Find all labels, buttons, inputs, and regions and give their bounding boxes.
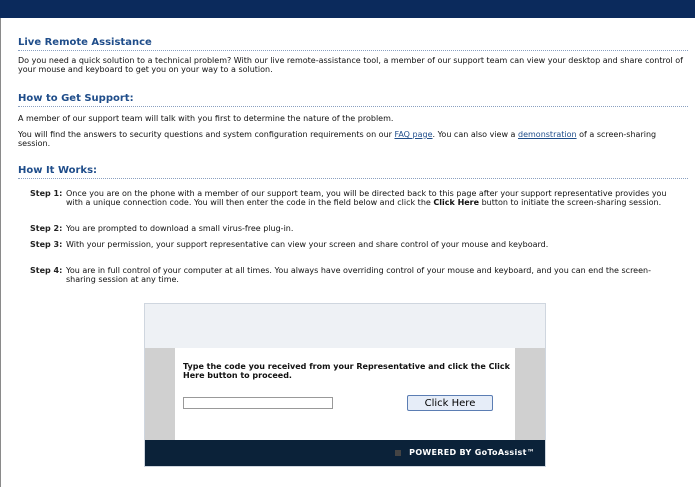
faq-link[interactable]: FAQ page — [394, 130, 432, 139]
click-here-button[interactable]: Click Here — [407, 395, 493, 411]
connection-code-input[interactable] — [183, 397, 333, 409]
gotoassist-logo: GoToAssist™ — [474, 448, 535, 457]
divider — [18, 106, 688, 107]
step-text: With your permission, your support repre… — [66, 240, 549, 249]
section-title-how-to-get-support: How to Get Support: — [18, 93, 134, 104]
step-label: Step 2: — [30, 224, 63, 233]
remote-assist-widget: Type the code you received from your Rep… — [144, 303, 546, 467]
support-text-2: You will find the answers to security qu… — [18, 130, 683, 148]
divider — [18, 178, 688, 179]
step-label: Step 3: — [30, 240, 63, 249]
square-icon — [395, 449, 402, 456]
code-prompt: Type the code you received from your Rep… — [183, 362, 510, 380]
powered-by-text: POWERED BY — [409, 448, 475, 457]
support-text-part: You will find the answers to security qu… — [18, 130, 395, 139]
support-text-part: . You can also view a — [432, 130, 518, 139]
step-label: Step 1: — [30, 189, 63, 198]
intro-text: Do you need a quick solution to a techni… — [18, 56, 683, 74]
step-label: Step 4: — [30, 266, 63, 275]
step-3: Step 3: With your permission, your suppor… — [30, 240, 680, 249]
divider — [18, 50, 688, 51]
section-title-live-remote: Live Remote Assistance — [18, 37, 152, 48]
demonstration-link[interactable]: demonstration — [518, 130, 577, 139]
support-text-1: A member of our support team will talk w… — [18, 114, 394, 123]
step-text: You are prompted to download a small vir… — [66, 224, 294, 233]
step-text-bold: Click Here — [433, 198, 480, 207]
powered-by: POWERED BY GoToAssist™ — [395, 448, 535, 457]
step-text: Once you are on the phone with a member … — [66, 189, 671, 207]
step-text-part: button to initiate the screen-sharing se… — [479, 198, 662, 207]
top-banner — [0, 0, 695, 18]
step-text: You are in full control of your computer… — [66, 266, 651, 284]
step-1: Step 1: Once you are on the phone with a … — [30, 189, 680, 207]
step-4: Step 4: You are in full control of your c… — [30, 266, 680, 284]
step-2: Step 2: You are prompted to download a sm… — [30, 224, 680, 233]
section-title-how-it-works: How It Works: — [18, 165, 98, 176]
widget-footer: POWERED BY GoToAssist™ — [145, 440, 545, 466]
